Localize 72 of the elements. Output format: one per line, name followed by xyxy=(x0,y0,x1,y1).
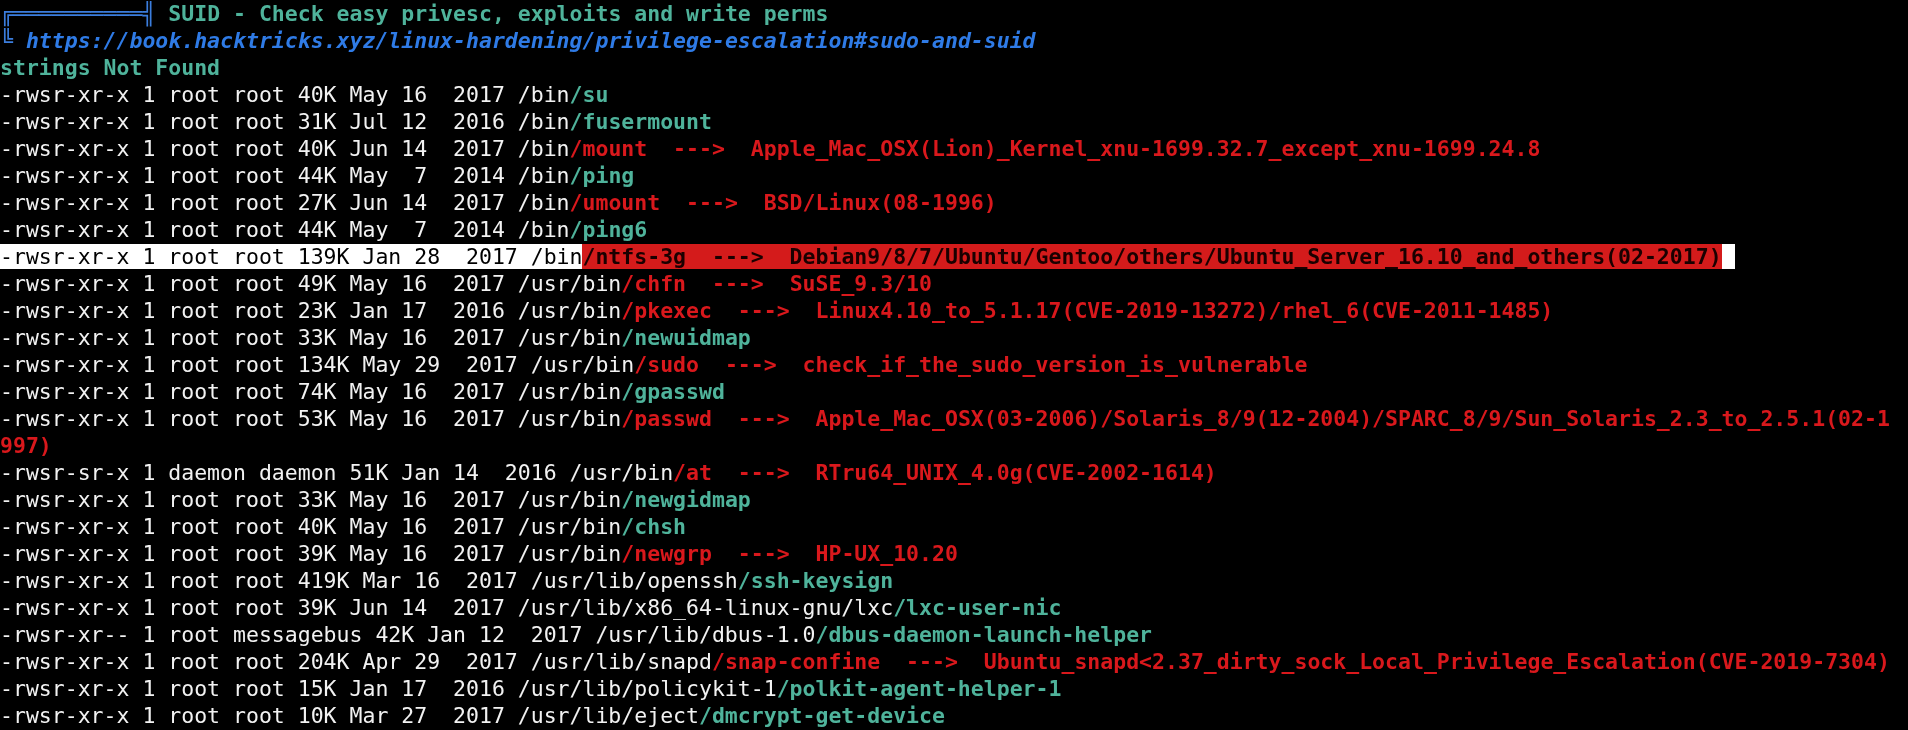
file-path: /ping xyxy=(569,163,635,188)
arrow-text: ---> xyxy=(737,298,790,323)
file-info: -rwsr-xr-x 1 root root 39K May 16 2017 /usr/bin xyxy=(0,541,622,566)
file-info: -rwsr-xr-x 1 root root 49K May 16 2017 /usr/bin xyxy=(0,271,622,296)
file-path: /newuidmap xyxy=(621,325,751,350)
arrow-text: ---> xyxy=(673,136,725,161)
file-info: -rwsr-xr-x 1 root root 40K May 16 2017 /usr/bin xyxy=(0,514,622,539)
file-info: -rwsr-xr-x 1 root root 33K May 16 2017 /usr/bin xyxy=(0,487,622,512)
notice-text: strings Not Found xyxy=(0,55,221,80)
file-path: /chsh xyxy=(621,514,687,539)
file-path: /ping6 xyxy=(569,217,648,242)
file-path: /at xyxy=(673,460,712,485)
file-info: -rwsr-xr-x 1 root root 31K Jul 12 2016 /bin xyxy=(0,109,570,134)
file-info: -rwsr-xr-x 1 root root 15K Jan 17 2016 /usr/lib/policykit-1 xyxy=(0,676,777,701)
file-path: /newgrp xyxy=(621,541,712,566)
arrow-text: ---> xyxy=(711,244,764,269)
file-path: /mount xyxy=(569,136,648,161)
file-info: -rwsr-xr-x 1 root root 134K May 29 2017 /usr/bin xyxy=(0,352,635,377)
file-path: /snap-confine xyxy=(711,649,881,674)
exploit-text: BSD/Linux(08-1996) xyxy=(763,190,997,215)
exploit-text: check_if_the_sudo_version_is_vulnerable xyxy=(802,352,1308,377)
file-path: /newgidmap xyxy=(621,487,751,512)
arrow-text: ---> xyxy=(906,649,958,674)
file-path: /chfn xyxy=(621,271,687,296)
arrow-text: ---> xyxy=(737,541,790,566)
arrow-text: ---> xyxy=(724,352,777,377)
arrow-text: ---> xyxy=(711,271,764,296)
file-info: -rwsr-xr-x 1 root root 139K Jan 28 2017 /bin xyxy=(0,244,583,269)
file-info: -rwsr-xr-x 1 root root 74K May 16 2017 /usr/bin xyxy=(0,379,622,404)
file-info: -rwsr-xr-x 1 root root 40K May 16 2017 /bin xyxy=(0,82,570,107)
exploit-text: RTru64_UNIX_4.0g(CVE-2002-1614) xyxy=(815,460,1217,485)
file-path: /ssh-keysign xyxy=(737,568,894,593)
file-info: -rwsr-xr-x 1 root root 39K Jun 14 2017 /usr/lib/x86_64-linux-gnu/lxc xyxy=(0,595,894,620)
file-info: -rwsr-xr-x 1 root root 33K May 16 2017 /usr/bin xyxy=(0,325,622,350)
file-info: -rwsr-xr-x 1 root root 10K Mar 27 2017 /usr/lib/eject xyxy=(0,703,699,728)
exploit-text: SuSE_9.3/10 xyxy=(789,271,932,296)
file-path: /su xyxy=(569,82,609,107)
file-path: /pkexec xyxy=(621,298,712,323)
file-path: /polkit-agent-helper-1 xyxy=(776,676,1062,701)
box-frame: ╔══════════╣ xyxy=(0,1,156,26)
file-path: /passwd xyxy=(621,406,712,431)
arrow-text: ---> xyxy=(737,460,790,485)
file-info: -rwsr-xr-x 1 root root 23K Jan 17 2016 /usr/bin xyxy=(0,298,622,323)
file-info: -rwsr-xr-x 1 root root 44K May 7 2014 /bin xyxy=(0,217,570,242)
exploit-text: HP-UX_10.20 xyxy=(815,541,958,566)
file-path: /gpasswd xyxy=(621,379,725,404)
exploit-text: Linux4.10_to_5.1.17(CVE-2019-13272)/rhel_6(CVE-2011-1485) xyxy=(815,298,1554,323)
file-info: -rwsr-xr-x 1 root root 419K Mar 16 2017 /usr/lib/openssh xyxy=(0,568,738,593)
exploit-text: Debian9/8/7/Ubuntu/Gentoo/others/Ubuntu_Server_16.10_and_others(02-2017) xyxy=(789,244,1722,269)
file-info: -rwsr-xr-x 1 root root 27K Jun 14 2017 /bin xyxy=(0,190,570,215)
file-info: -rwsr-xr-x 1 root root 44K May 7 2014 /bin xyxy=(0,163,570,188)
exploit-text: 997) xyxy=(0,433,52,458)
exploit-text: Apple_Mac_OSX(Lion)_Kernel_xnu-1699.32.7_except_xnu-1699.24.8 xyxy=(750,136,1541,161)
file-path: /ntfs-3g xyxy=(582,244,687,269)
reference-link[interactable]: https://book.hacktricks.xyz/linux-hardening/privilege-escalation#sudo-and-suid xyxy=(25,28,1036,53)
arrow-text: ---> xyxy=(686,190,738,215)
box-corner: ╚ xyxy=(0,28,13,53)
file-path: /fusermount xyxy=(569,109,712,134)
section-title: SUID - Check easy privesc, exploits and write perms xyxy=(168,1,829,26)
file-path: /sudo xyxy=(634,352,699,377)
file-path: /umount xyxy=(569,190,661,215)
file-info: -rwsr-xr-- 1 root messagebus 42K Jan 12 2017 /usr/lib/dbus-1.0 xyxy=(0,622,816,647)
file-info: -rwsr-xr-x 1 root root 204K Apr 29 2017 /usr/lib/snapd xyxy=(0,649,712,674)
exploit-text: Ubuntu_snapd<2.37_dirty_sock_Local_Privilege_Escalation(CVE-2019-7304) xyxy=(983,649,1890,674)
arrow-text: ---> xyxy=(737,406,790,431)
file-path: /lxc-user-nic xyxy=(893,595,1062,620)
exploit-text: Apple_Mac_OSX(03-2006)/Solaris_8/9(12-2004)/SPARC_8/9/Sun_Solaris_2.3_to_2.5.1(02-1 xyxy=(815,406,1890,431)
file-info: -rwsr-sr-x 1 daemon daemon 51K Jan 14 2016 /usr/bin xyxy=(0,460,674,485)
file-path: /dmcrypt-get-device xyxy=(699,703,945,728)
file-info: -rwsr-xr-x 1 root root 53K May 16 2017 /usr/bin xyxy=(0,406,622,431)
file-path: /dbus-daemon-launch-helper xyxy=(815,622,1153,647)
file-info: -rwsr-xr-x 1 root root 40K Jun 14 2017 /bin xyxy=(0,136,570,161)
